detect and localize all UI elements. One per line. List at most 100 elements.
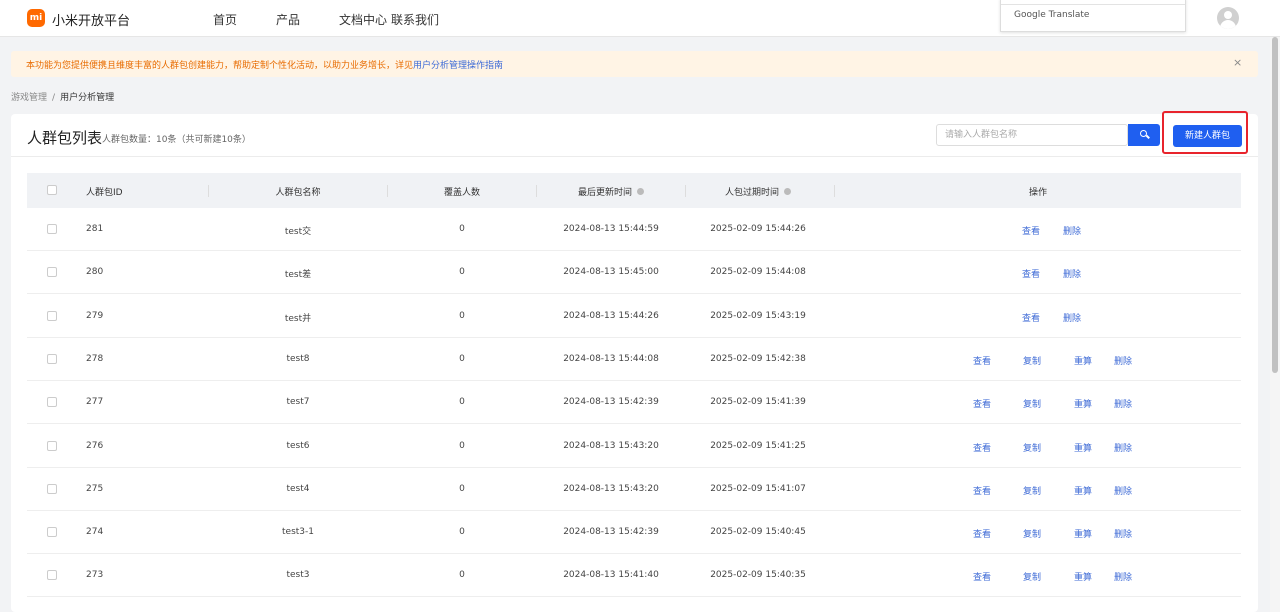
- cell-name: test并: [284, 313, 312, 324]
- row-checkbox[interactable]: [47, 353, 57, 364]
- cell-id: 280: [86, 267, 104, 278]
- search-button[interactable]: [1128, 124, 1160, 146]
- cell-updated: 2024-08-13 15:44:59: [563, 224, 659, 234]
- cell-updated: 2024-08-13 15:43:20: [563, 483, 659, 494]
- view-link[interactable]: 查看: [973, 441, 991, 454]
- cell-expires: 2025-02-09 15:40:45: [710, 527, 806, 538]
- new-audience-button[interactable]: 新建人群包: [1173, 125, 1242, 147]
- copy-link[interactable]: 复制: [1023, 527, 1041, 540]
- table-row: 279 test并 0 2024-08-13 15:44:26 2025-02-09 1…: [27, 295, 1241, 338]
- delete-link[interactable]: 删除: [1114, 527, 1132, 540]
- nav-link-docs[interactable]: 文档中心: [339, 11, 387, 28]
- view-link[interactable]: 查看: [1022, 224, 1040, 237]
- recalculate-link[interactable]: 重算: [1074, 354, 1092, 367]
- select-all-checkbox[interactable]: [47, 185, 57, 195]
- notice-text: 本功能为您提供便携且维度丰富的人群包创建能力，帮助定制个性化活动，以助力业务增长…: [26, 58, 503, 71]
- cell-expires: 2025-02-09 15:41:25: [710, 440, 806, 451]
- close-icon[interactable]: ×: [1233, 56, 1242, 69]
- audience-count-text: 人群包数量：10条（共可新建10条）: [102, 135, 251, 145]
- cell-updated: 2024-08-13 15:44:26: [563, 310, 659, 321]
- col-header-coverage: 覆盖人数: [443, 188, 481, 198]
- cell-updated: 2024-08-13 15:42:39: [563, 527, 659, 538]
- google-translate-widget[interactable]: Google Translate: [1000, 0, 1186, 32]
- translate-divider: [1001, 4, 1185, 5]
- page-scrollbar[interactable]: [1270, 37, 1280, 612]
- view-link[interactable]: 查看: [1022, 311, 1040, 324]
- delete-link[interactable]: 删除: [1114, 441, 1132, 454]
- delete-link[interactable]: 删除: [1063, 224, 1081, 237]
- row-checkbox[interactable]: [47, 570, 57, 581]
- search-input[interactable]: [936, 124, 1128, 146]
- cell-updated: 2024-08-13 15:45:00: [563, 267, 659, 278]
- view-link[interactable]: 查看: [973, 354, 991, 367]
- cell-updated: 2024-08-13 15:42:39: [563, 397, 659, 408]
- delete-link[interactable]: 删除: [1114, 484, 1132, 497]
- row-checkbox[interactable]: [47, 483, 57, 494]
- copy-link[interactable]: 复制: [1023, 397, 1041, 410]
- view-link[interactable]: 查看: [973, 484, 991, 497]
- recalculate-link[interactable]: 重算: [1074, 441, 1092, 454]
- cell-expires: 2025-02-09 15:44:26: [710, 224, 806, 234]
- cell-updated: 2024-08-13 15:41:40: [563, 570, 659, 581]
- col-header-id: 人群包ID: [86, 188, 123, 198]
- row-checkbox[interactable]: [47, 440, 57, 451]
- table-row: 281 test交 0 2024-08-13 15:44:59 2025-02-09 1…: [27, 208, 1241, 251]
- mi-logo[interactable]: mi: [27, 9, 45, 27]
- recalculate-link[interactable]: 重算: [1074, 484, 1092, 497]
- user-avatar-icon[interactable]: [1217, 7, 1239, 29]
- row-checkbox[interactable]: [47, 224, 57, 234]
- copy-link[interactable]: 复制: [1023, 354, 1041, 367]
- table-header: 人群包ID 人群包名称 覆盖人数 最后更新时间 人包过期时间 操作: [27, 173, 1241, 208]
- table-row: 278 test8 0 2024-08-13 15:44:08 2025-02-09 1…: [27, 338, 1241, 381]
- info-icon[interactable]: [637, 188, 645, 195]
- col-divider: [685, 185, 686, 197]
- row-checkbox[interactable]: [47, 310, 57, 321]
- col-header-updated: 最后更新时间: [578, 185, 645, 198]
- row-checkbox[interactable]: [47, 397, 57, 408]
- delete-link[interactable]: 删除: [1114, 397, 1132, 410]
- cell-expires: 2025-02-09 15:43:19: [710, 310, 806, 321]
- breadcrumb-user-analysis: 用户分析管理: [60, 93, 115, 103]
- cell-id: 279: [86, 310, 104, 321]
- row-checkbox[interactable]: [47, 527, 57, 538]
- view-link[interactable]: 查看: [973, 527, 991, 540]
- recalculate-link[interactable]: 重算: [1074, 527, 1092, 540]
- info-icon[interactable]: [784, 188, 792, 195]
- delete-link[interactable]: 删除: [1063, 267, 1081, 280]
- row-checkbox[interactable]: [47, 267, 57, 278]
- cell-updated: 2024-08-13 15:44:08: [563, 353, 659, 364]
- breadcrumb-game-management[interactable]: 游戏管理: [11, 93, 47, 103]
- cell-name: test3: [286, 570, 310, 581]
- nav-link-contact[interactable]: 联系我们: [391, 11, 439, 28]
- table-row: 273 test3 0 2024-08-13 15:41:40 2025-02-09 1…: [27, 554, 1241, 598]
- copy-link[interactable]: 复制: [1023, 570, 1041, 583]
- scrollbar-thumb[interactable]: [1272, 37, 1278, 373]
- copy-link[interactable]: 复制: [1023, 441, 1041, 454]
- delete-link[interactable]: 删除: [1114, 570, 1132, 583]
- notice-banner: 本功能为您提供便携且维度丰富的人群包创建能力，帮助定制个性化活动，以助力业务增长…: [11, 51, 1258, 77]
- cell-updated: 2024-08-13 15:43:20: [563, 440, 659, 451]
- view-link[interactable]: 查看: [973, 397, 991, 410]
- view-link[interactable]: 查看: [1022, 267, 1040, 280]
- recalculate-link[interactable]: 重算: [1074, 397, 1092, 410]
- cell-expires: 2025-02-09 15:41:07: [710, 483, 806, 494]
- delete-link[interactable]: 删除: [1063, 311, 1081, 324]
- cell-name: test差: [284, 270, 312, 281]
- breadcrumb-separator: /: [52, 93, 56, 103]
- audience-list-panel: 人群包列表 人群包数量：10条（共可新建10条） 新建人群包 人群包ID 人群包…: [11, 111, 1258, 612]
- delete-link[interactable]: 删除: [1114, 354, 1132, 367]
- copy-link[interactable]: 复制: [1023, 484, 1041, 497]
- col-divider: [834, 185, 835, 197]
- view-link[interactable]: 查看: [973, 570, 991, 583]
- recalculate-link[interactable]: 重算: [1074, 570, 1092, 583]
- page-title: 人群包列表: [27, 129, 103, 147]
- col-divider: [536, 185, 537, 197]
- breadcrumb: 游戏管理 / 用户分析管理: [11, 90, 114, 103]
- nav-link-products[interactable]: 产品: [276, 11, 300, 28]
- brand-name[interactable]: 小米开放平台: [52, 10, 130, 29]
- table-row: 274 test3-1 0 2024-08-13 15:42:39 2025-02-09…: [27, 511, 1241, 555]
- nav-link-home[interactable]: 首页: [213, 11, 237, 28]
- cell-name: test7: [286, 397, 310, 408]
- cell-id: 274: [86, 527, 104, 538]
- notice-guide-link[interactable]: 用户分析管理操作指南: [413, 61, 503, 71]
